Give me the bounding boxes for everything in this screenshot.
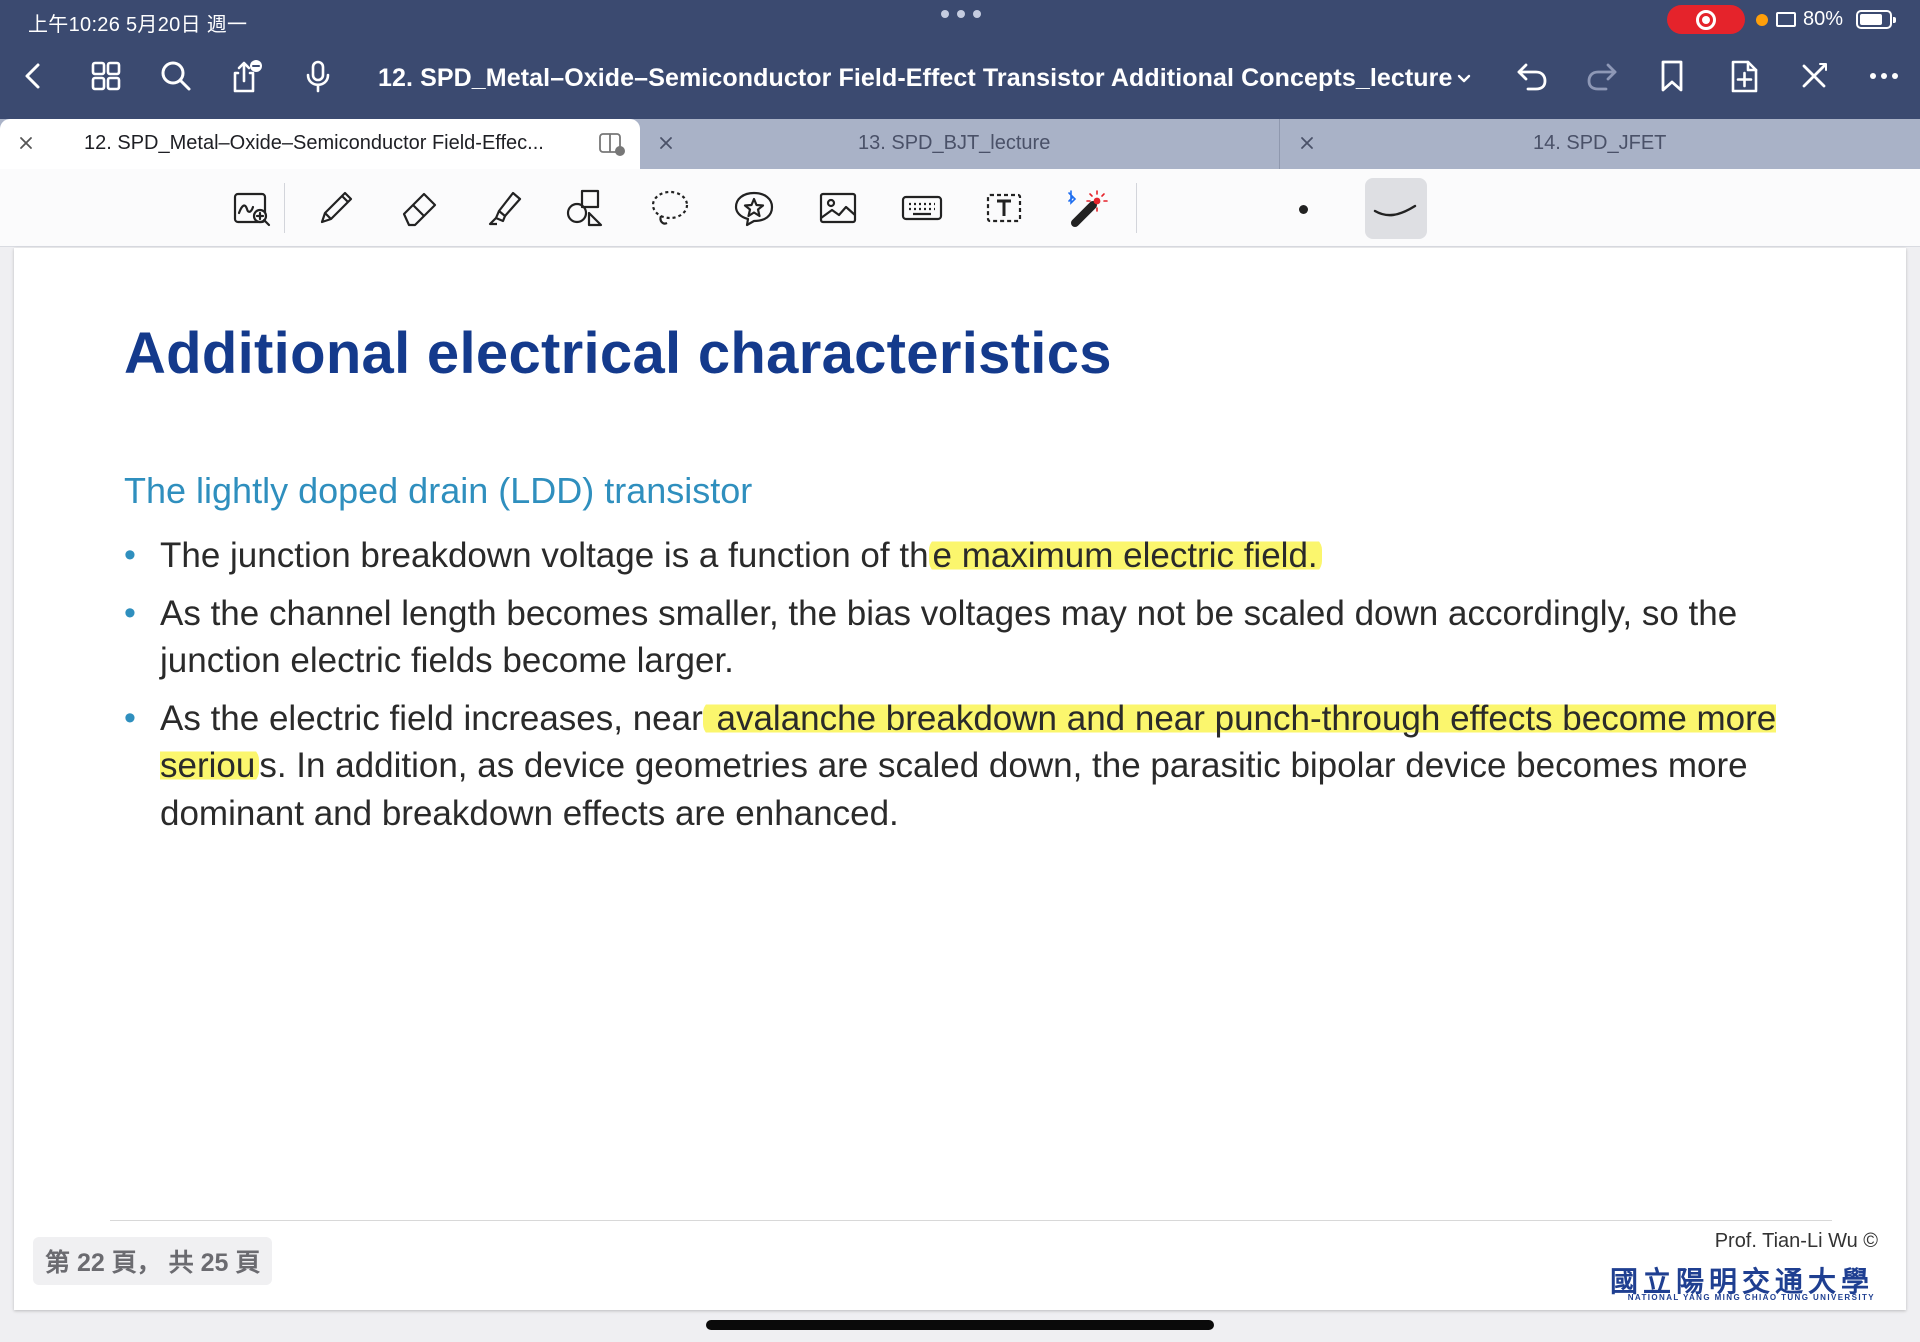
text-box-icon[interactable] bbox=[976, 181, 1032, 235]
shapes-icon[interactable] bbox=[558, 181, 614, 235]
battery-percentage: 80% bbox=[1803, 8, 1844, 30]
highlighted-text: e maximum electric field. bbox=[928, 536, 1322, 575]
document-tabs: 12. SPD_Metal–Oxide–Semiconductor Field-… bbox=[0, 119, 1920, 169]
status-time: 上午10:26 5月20日 週一 bbox=[28, 14, 248, 36]
screen-recording-icon[interactable] bbox=[1667, 5, 1745, 34]
multitasking-dots-icon[interactable] bbox=[941, 10, 981, 20]
university-logo-english: NATIONAL YANG MING CHIAO TUNG UNIVERSITY bbox=[1627, 1293, 1875, 1302]
undo-icon[interactable] bbox=[1510, 54, 1554, 98]
laser-pointer-icon[interactable] bbox=[1058, 181, 1114, 235]
bullet-text: The junction breakdown voltage is a func… bbox=[160, 536, 929, 575]
bullet-list: The junction breakdown voltage is a func… bbox=[124, 532, 1814, 847]
bullet-text: As the electric field increases, near bbox=[160, 698, 703, 738]
eraser-icon[interactable] bbox=[392, 181, 448, 235]
pen-size-dot-icon[interactable] bbox=[1299, 205, 1308, 214]
split-view-icon[interactable] bbox=[598, 131, 626, 157]
bullet-text: As the channel length becomes smaller, t… bbox=[160, 593, 1738, 681]
lasso-icon[interactable] bbox=[642, 181, 698, 235]
toolbar-divider bbox=[284, 183, 285, 233]
image-icon[interactable] bbox=[810, 181, 866, 235]
bullet-item: The junction breakdown voltage is a func… bbox=[124, 532, 1814, 580]
redo-icon[interactable] bbox=[1580, 54, 1624, 98]
add-page-icon[interactable] bbox=[1722, 54, 1766, 98]
status-bar: 上午10:26 5月20日 週一 80% bbox=[0, 0, 1920, 40]
slide-title: Additional electrical characteristics bbox=[124, 321, 1112, 386]
bullet-item: As the channel length becomes smaller, t… bbox=[124, 590, 1814, 685]
tab-label: 12. SPD_Metal–Oxide–Semiconductor Field-… bbox=[84, 132, 544, 154]
tab-close-icon[interactable] bbox=[16, 133, 36, 153]
annotation-toolbar bbox=[0, 169, 1920, 247]
mic-in-use-indicator-icon bbox=[1756, 14, 1768, 26]
zoom-write-icon[interactable] bbox=[224, 181, 280, 235]
pen-icon[interactable] bbox=[308, 181, 364, 235]
page-indicator[interactable]: 第 22 頁， 共 25 頁 bbox=[33, 1237, 273, 1285]
footer-divider bbox=[110, 1220, 1832, 1221]
pdf-page[interactable]: Additional electrical characteristics Th… bbox=[14, 248, 1906, 1310]
tab-jfet[interactable]: 14. SPD_JFET bbox=[1281, 119, 1920, 169]
bullet-text: s. In addition, as device geometries are… bbox=[160, 746, 1748, 833]
author-credit: Prof. Tian-Li Wu © bbox=[1714, 1230, 1878, 1252]
tab-close-icon[interactable] bbox=[656, 133, 676, 153]
stroke-curve-icon bbox=[1373, 204, 1417, 217]
search-icon[interactable] bbox=[154, 54, 198, 98]
grid-icon[interactable] bbox=[84, 54, 128, 98]
microphone-icon[interactable] bbox=[296, 54, 340, 98]
bookmark-icon[interactable] bbox=[1650, 54, 1694, 98]
back-chevron-icon[interactable] bbox=[12, 54, 56, 98]
title-dropdown-chevron-icon[interactable] bbox=[1454, 66, 1474, 90]
tab-label: 13. SPD_BJT_lecture bbox=[858, 132, 1051, 154]
tab-mosfet-lecture[interactable]: 12. SPD_Metal–Oxide–Semiconductor Field-… bbox=[0, 119, 640, 169]
tab-bjt-lecture[interactable]: 13. SPD_BJT_lecture bbox=[640, 119, 1280, 169]
keyboard-icon[interactable] bbox=[894, 181, 950, 235]
slide-subtitle: The lightly doped drain (LDD) transistor bbox=[124, 470, 753, 511]
tab-label: 14. SPD_JFET bbox=[1533, 132, 1667, 154]
tab-close-icon[interactable] bbox=[1297, 133, 1317, 153]
toolbar-divider bbox=[1136, 183, 1137, 233]
document-title[interactable]: 12. SPD_Metal–Oxide–Semiconductor Field-… bbox=[378, 64, 1453, 93]
close-icon[interactable] bbox=[1792, 54, 1836, 98]
sticker-icon[interactable] bbox=[726, 181, 782, 235]
screen-mirroring-icon bbox=[1776, 12, 1796, 27]
app-header: 上午10:26 5月20日 週一 80% 12. SPD_Metal–Oxide… bbox=[0, 0, 1920, 119]
home-indicator[interactable] bbox=[706, 1320, 1214, 1330]
share-icon[interactable] bbox=[224, 54, 268, 98]
battery-icon bbox=[1856, 10, 1896, 29]
more-icon[interactable] bbox=[1862, 54, 1906, 98]
bullet-item: As the electric field increases, near av… bbox=[124, 695, 1814, 838]
stroke-style-button[interactable] bbox=[1365, 178, 1427, 239]
document-navbar: 12. SPD_Metal–Oxide–Semiconductor Field-… bbox=[0, 40, 1920, 118]
highlighter-icon[interactable] bbox=[476, 181, 532, 235]
